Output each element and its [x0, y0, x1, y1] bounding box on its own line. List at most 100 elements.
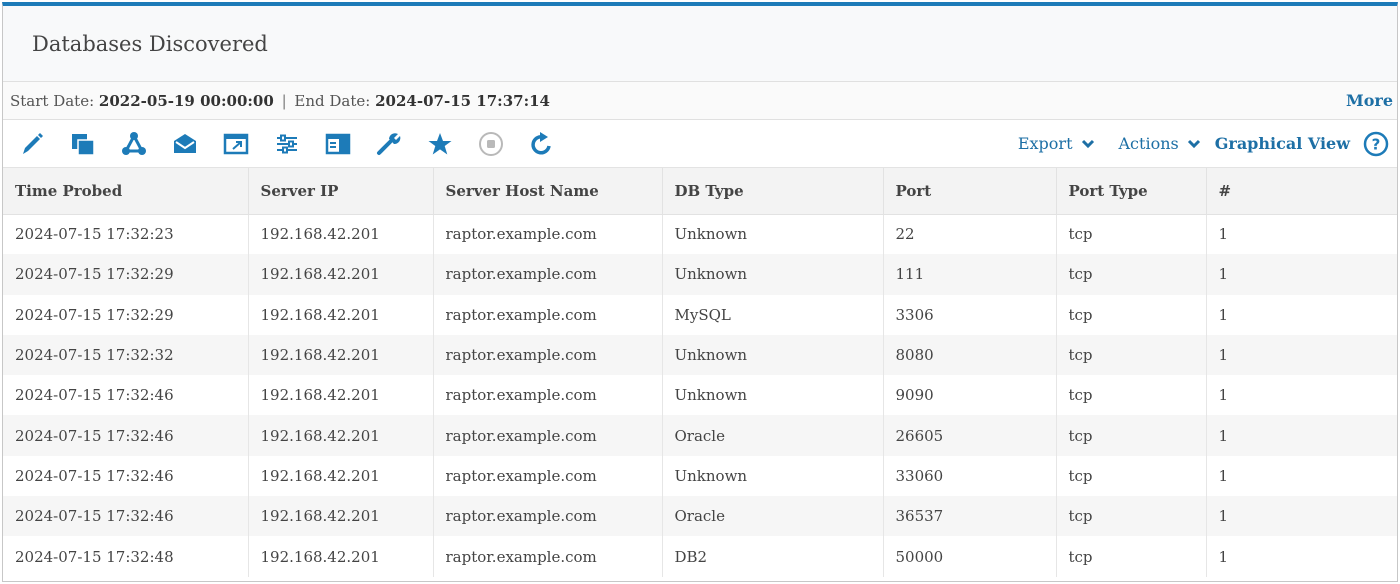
- table-row[interactable]: 2024-07-15 17:32:46 192.168.42.201 rapto…: [3, 415, 1397, 456]
- end-date-label: End Date:: [294, 91, 371, 110]
- cell-port: 50000: [883, 536, 1057, 577]
- cell-db-type: Unknown: [662, 254, 884, 295]
- column-header[interactable]: Time Probed: [3, 168, 249, 215]
- cell-db-type: Oracle: [662, 415, 884, 456]
- cell-server-ip: 192.168.42.201: [248, 536, 434, 577]
- cell-time-probed: 2024-07-15 17:32:46: [3, 455, 249, 497]
- sliders-icon[interactable]: [270, 127, 304, 161]
- actions-menu[interactable]: Actions: [1119, 134, 1201, 153]
- external-window-icon[interactable]: [219, 127, 253, 161]
- cell-db-type: Unknown: [662, 375, 884, 416]
- tool-icons: [15, 127, 559, 161]
- date-range-bar: Start Date: 2022-05-19 00:00:00 | End Da…: [3, 82, 1397, 120]
- refresh-icon[interactable]: [525, 127, 559, 161]
- cell-port-type: tcp: [1056, 375, 1207, 416]
- column-header[interactable]: Port Type: [1056, 168, 1207, 215]
- table-row[interactable]: 2024-07-15 17:32:46 192.168.42.201 rapto…: [3, 455, 1397, 497]
- cell-host-name: raptor.example.com: [433, 254, 663, 295]
- cell-time-probed: 2024-07-15 17:32:46: [3, 415, 249, 456]
- cell-port-type: tcp: [1056, 455, 1207, 497]
- cell-port: 111: [883, 254, 1057, 295]
- cell-port-type: tcp: [1056, 214, 1207, 255]
- column-header[interactable]: Server Host Name: [433, 168, 663, 215]
- column-header[interactable]: DB Type: [662, 168, 884, 215]
- cell-port-type: tcp: [1056, 415, 1207, 456]
- table-header-row: Time Probed Server IP Server Host Name D…: [3, 168, 1397, 215]
- databases-table: Time Probed Server IP Server Host Name D…: [3, 168, 1397, 577]
- graphical-view-link[interactable]: Graphical View: [1215, 134, 1350, 153]
- cell-time-probed: 2024-07-15 17:32:32: [3, 334, 249, 376]
- toolbar-right: Export Actions Graphical View ?: [994, 131, 1389, 157]
- start-date-value: 2022-05-19 00:00:00: [98, 91, 274, 110]
- date-separator: |: [281, 91, 287, 110]
- copy-icon[interactable]: [66, 127, 100, 161]
- cell-count: 1: [1218, 466, 1229, 485]
- cell-host-name: raptor.example.com: [433, 294, 663, 335]
- stop-icon[interactable]: [474, 127, 508, 161]
- column-header[interactable]: #: [1206, 168, 1397, 215]
- panel-header: Databases Discovered: [3, 6, 1397, 82]
- layout-icon[interactable]: [321, 127, 355, 161]
- cell-port: 3306: [883, 294, 1057, 335]
- help-icon[interactable]: ?: [1363, 131, 1389, 157]
- start-date-label: Start Date:: [10, 91, 95, 110]
- cell-port: 33060: [883, 455, 1057, 497]
- cell-host-name: raptor.example.com: [433, 334, 663, 376]
- mail-icon[interactable]: [168, 127, 202, 161]
- export-menu[interactable]: Export: [1018, 134, 1095, 153]
- cell-port-type: tcp: [1056, 334, 1207, 376]
- table-row[interactable]: 2024-07-15 17:32:29 192.168.42.201 rapto…: [3, 294, 1397, 335]
- date-range: Start Date: 2022-05-19 00:00:00 | End Da…: [10, 92, 550, 110]
- table-row[interactable]: 2024-07-15 17:32:48 192.168.42.201 rapto…: [3, 536, 1397, 577]
- table-row[interactable]: 2024-07-15 17:32:46 192.168.42.201 rapto…: [3, 375, 1397, 416]
- cell-time-probed: 2024-07-15 17:32:48: [3, 536, 249, 577]
- cell-port: 9090: [883, 375, 1057, 416]
- wrench-icon[interactable]: [372, 127, 406, 161]
- chevron-down-icon: [1187, 139, 1200, 148]
- cell-port: 8080: [883, 334, 1057, 376]
- cell-port-type: tcp: [1056, 536, 1207, 577]
- cell-port-type: tcp: [1056, 254, 1207, 295]
- export-label: Export: [1017, 134, 1073, 153]
- star-icon[interactable]: [423, 127, 457, 161]
- cell-time-probed: 2024-07-15 17:32:29: [3, 294, 249, 335]
- table-row[interactable]: 2024-07-15 17:32:29 192.168.42.201 rapto…: [3, 254, 1397, 295]
- cell-host-name: raptor.example.com: [433, 375, 663, 416]
- cell-host-name: raptor.example.com: [433, 536, 663, 577]
- network-icon[interactable]: [117, 127, 151, 161]
- cell-count: 1: [1218, 305, 1229, 324]
- pencil-icon[interactable]: [15, 127, 49, 161]
- cell-db-type: Unknown: [662, 214, 884, 255]
- cell-count: 1: [1218, 346, 1229, 365]
- column-header[interactable]: Server IP: [248, 168, 434, 215]
- cell-host-name: raptor.example.com: [433, 455, 663, 497]
- cell-count: 1: [1218, 265, 1229, 284]
- cell-time-probed: 2024-07-15 17:32:29: [3, 254, 249, 295]
- more-link[interactable]: More: [1346, 91, 1393, 110]
- cell-port: 22: [883, 214, 1057, 255]
- cell-time-probed: 2024-07-15 17:32:46: [3, 375, 249, 416]
- table-row[interactable]: 2024-07-15 17:32:46 192.168.42.201 rapto…: [3, 496, 1397, 537]
- toolbar: Export Actions Graphical View ?: [3, 120, 1397, 168]
- cell-server-ip: 192.168.42.201: [248, 334, 434, 376]
- page-title: Databases Discovered: [32, 31, 268, 56]
- cell-server-ip: 192.168.42.201: [248, 375, 434, 416]
- svg-text:?: ?: [1372, 135, 1381, 153]
- cell-server-ip: 192.168.42.201: [248, 496, 434, 537]
- cell-port: 26605: [883, 415, 1057, 456]
- cell-server-ip: 192.168.42.201: [248, 455, 434, 497]
- cell-server-ip: 192.168.42.201: [248, 415, 434, 456]
- column-header[interactable]: Port: [883, 168, 1057, 215]
- cell-db-type: MySQL: [662, 294, 884, 335]
- cell-db-type: Oracle: [662, 496, 884, 537]
- cell-host-name: raptor.example.com: [433, 415, 663, 456]
- cell-db-type: Unknown: [662, 455, 884, 497]
- table-row[interactable]: 2024-07-15 17:32:23 192.168.42.201 rapto…: [3, 214, 1397, 255]
- actions-label: Actions: [1118, 134, 1179, 153]
- cell-server-ip: 192.168.42.201: [248, 214, 434, 255]
- cell-port-type: tcp: [1056, 294, 1207, 335]
- table-row[interactable]: 2024-07-15 17:32:32 192.168.42.201 rapto…: [3, 334, 1397, 376]
- end-date-value: 2024-07-15 17:37:14: [375, 91, 550, 110]
- cell-count: 1: [1218, 225, 1229, 244]
- cell-host-name: raptor.example.com: [433, 496, 663, 537]
